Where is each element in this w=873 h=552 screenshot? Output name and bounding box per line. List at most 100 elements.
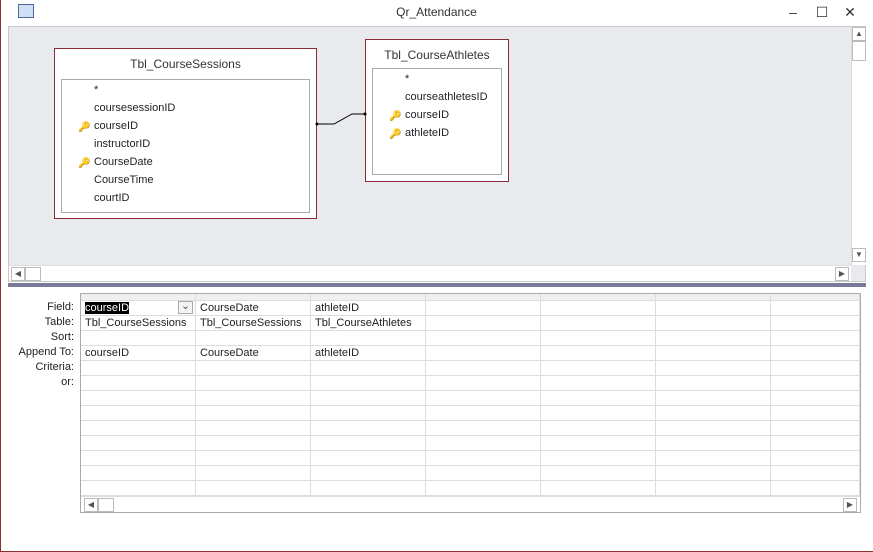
- grid-cell-table[interactable]: [771, 316, 859, 331]
- grid-cell[interactable]: [771, 481, 859, 496]
- grid-column[interactable]: [771, 294, 860, 497]
- scroll-left-icon[interactable]: ◀: [84, 498, 98, 512]
- close-button[interactable]: ✕: [840, 3, 860, 21]
- column-selector[interactable]: [81, 294, 195, 301]
- grid-cell[interactable]: [656, 421, 770, 436]
- grid-cell[interactable]: [196, 466, 310, 481]
- grid-horizontal-scrollbar[interactable]: ◀ ▶: [81, 496, 860, 512]
- grid-cell[interactable]: [656, 466, 770, 481]
- grid-cell[interactable]: [311, 406, 425, 421]
- grid-cell-sort[interactable]: [196, 331, 310, 346]
- grid-column[interactable]: [426, 294, 541, 497]
- grid-cell[interactable]: [196, 421, 310, 436]
- scroll-thumb[interactable]: [852, 41, 866, 61]
- grid-cell-criteria[interactable]: [771, 361, 859, 376]
- grid-cell[interactable]: [311, 451, 425, 466]
- grid-cell[interactable]: [541, 466, 655, 481]
- grid-cell[interactable]: [426, 421, 540, 436]
- grid-cell[interactable]: [196, 481, 310, 496]
- grid-column[interactable]: courseID ⌄ Tbl_CourseSessions courseID: [81, 294, 196, 497]
- grid-cell[interactable]: [771, 466, 859, 481]
- scroll-down-icon[interactable]: ▼: [852, 248, 866, 262]
- grid-cell-field[interactable]: [426, 301, 540, 316]
- column-selector[interactable]: [656, 294, 770, 301]
- grid-cell[interactable]: [541, 421, 655, 436]
- grid-cell[interactable]: [81, 481, 195, 496]
- scroll-thumb[interactable]: [25, 267, 41, 281]
- grid-cell-criteria[interactable]: [196, 361, 310, 376]
- grid-cell-field[interactable]: [541, 301, 655, 316]
- grid-cell[interactable]: [541, 406, 655, 421]
- grid-cell-table[interactable]: [541, 316, 655, 331]
- grid-cell-sort[interactable]: [311, 331, 425, 346]
- grid-cell[interactable]: [771, 421, 859, 436]
- grid-cell-criteria[interactable]: [81, 361, 195, 376]
- grid-cell[interactable]: [196, 451, 310, 466]
- grid-cell[interactable]: [541, 451, 655, 466]
- column-selector[interactable]: [541, 294, 655, 301]
- grid-column[interactable]: CourseDate Tbl_CourseSessions CourseDate: [196, 294, 311, 497]
- minimize-button[interactable]: –: [783, 3, 803, 21]
- grid-cell[interactable]: [311, 481, 425, 496]
- grid-cell[interactable]: [656, 451, 770, 466]
- column-selector[interactable]: [311, 294, 425, 301]
- column-selector[interactable]: [196, 294, 310, 301]
- grid-cell[interactable]: [426, 466, 540, 481]
- grid-cell-or[interactable]: [81, 376, 195, 391]
- pane-splitter[interactable]: [8, 283, 866, 287]
- grid-cell-append-to[interactable]: [656, 346, 770, 361]
- grid-cell[interactable]: [81, 451, 195, 466]
- column-selector[interactable]: [771, 294, 859, 301]
- scroll-left-icon[interactable]: ◀: [11, 267, 25, 281]
- grid-cell-or[interactable]: [196, 376, 310, 391]
- grid-cell[interactable]: [81, 391, 195, 406]
- grid-cell-append-to[interactable]: [771, 346, 859, 361]
- grid-cell-sort[interactable]: [541, 331, 655, 346]
- grid-cell[interactable]: [426, 391, 540, 406]
- grid-cell-sort[interactable]: [656, 331, 770, 346]
- grid-cell[interactable]: [771, 436, 859, 451]
- grid-cell-append-to[interactable]: [426, 346, 540, 361]
- grid-cell[interactable]: [81, 466, 195, 481]
- grid-cell[interactable]: [196, 391, 310, 406]
- grid-cell[interactable]: [541, 481, 655, 496]
- grid-cell[interactable]: [81, 421, 195, 436]
- grid-cell-append-to[interactable]: courseID: [81, 346, 195, 361]
- grid-cell-or[interactable]: [426, 376, 540, 391]
- grid-cell-sort[interactable]: [426, 331, 540, 346]
- grid-cell-table[interactable]: [656, 316, 770, 331]
- dropdown-chevron-icon[interactable]: ⌄: [178, 301, 193, 314]
- grid-cell[interactable]: [311, 391, 425, 406]
- grid-cell-append-to[interactable]: athleteID: [311, 346, 425, 361]
- grid-cell-criteria[interactable]: [311, 361, 425, 376]
- vertical-scrollbar[interactable]: ▲ ▼: [851, 27, 866, 265]
- grid-cell-sort[interactable]: [771, 331, 859, 346]
- grid-cell-or[interactable]: [656, 376, 770, 391]
- grid-cell[interactable]: [426, 436, 540, 451]
- maximize-button[interactable]: ☐: [812, 3, 832, 21]
- grid-column[interactable]: [656, 294, 771, 497]
- grid-cell[interactable]: [656, 481, 770, 496]
- grid-cell-field[interactable]: CourseDate: [196, 301, 310, 316]
- grid-cell-field[interactable]: athleteID: [311, 301, 425, 316]
- grid-cell[interactable]: [541, 436, 655, 451]
- column-selector[interactable]: [426, 294, 540, 301]
- grid-cell[interactable]: [81, 406, 195, 421]
- grid-cell-table[interactable]: Tbl_CourseSessions: [196, 316, 310, 331]
- grid-cell[interactable]: [196, 406, 310, 421]
- grid-cell-table[interactable]: [426, 316, 540, 331]
- grid-cell[interactable]: [311, 466, 425, 481]
- grid-cell[interactable]: [196, 436, 310, 451]
- grid-cell[interactable]: [771, 451, 859, 466]
- scroll-up-icon[interactable]: ▲: [852, 27, 866, 41]
- horizontal-scrollbar[interactable]: ◀ ▶: [9, 265, 851, 281]
- grid-cell[interactable]: [311, 421, 425, 436]
- grid-cell-field[interactable]: courseID ⌄: [81, 301, 195, 316]
- grid-cell[interactable]: [656, 391, 770, 406]
- scroll-right-icon[interactable]: ▶: [835, 267, 849, 281]
- grid-cell-table[interactable]: Tbl_CourseSessions: [81, 316, 195, 331]
- grid-cell[interactable]: [656, 406, 770, 421]
- grid-cell[interactable]: [311, 436, 425, 451]
- grid-cell-sort[interactable]: [81, 331, 195, 346]
- grid-cell[interactable]: [426, 451, 540, 466]
